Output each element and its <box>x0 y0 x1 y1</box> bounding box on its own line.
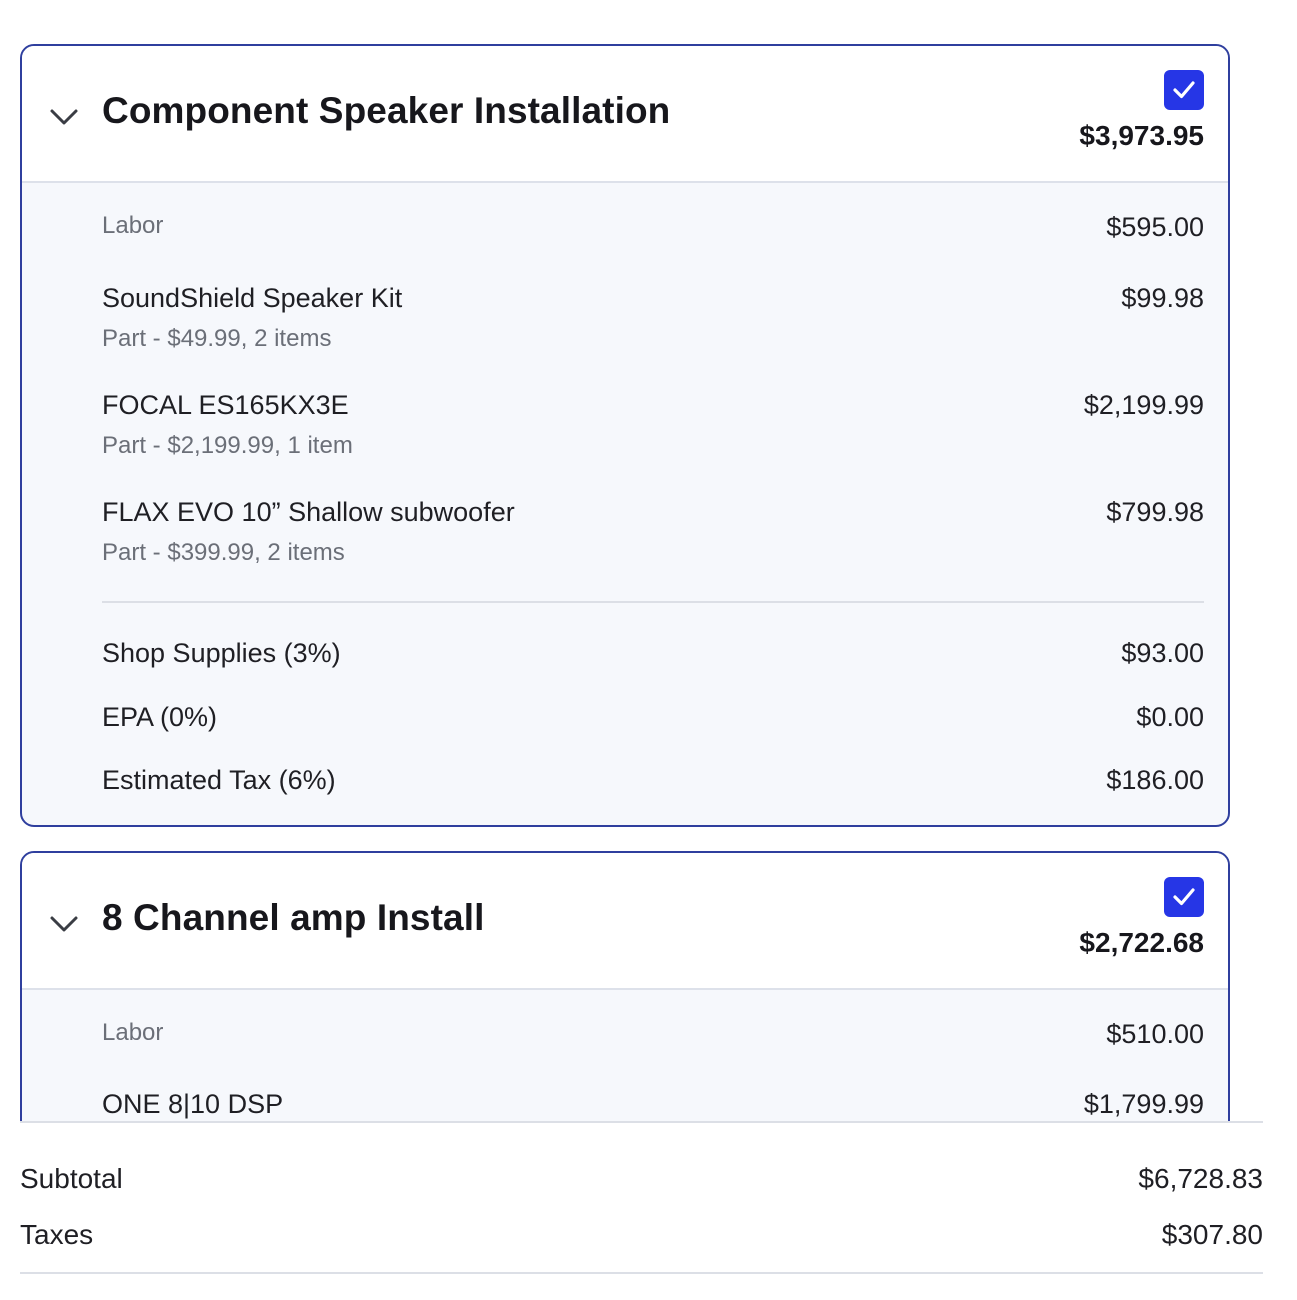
part-price: $799.98 <box>1106 497 1204 527</box>
job-card: Component Speaker Installation $3,973.95… <box>20 44 1230 827</box>
part-detail: Part - $399.99, 2 items <box>102 539 345 566</box>
job-total: $3,973.95 <box>1079 120 1204 151</box>
checkmark-icon <box>1173 888 1195 906</box>
part-name: FLAX EVO 10” Shallow subwoofer <box>102 497 515 527</box>
fee-price: $186.00 <box>1106 765 1204 795</box>
subtotal-value: $6,728.83 <box>1138 1163 1263 1194</box>
totals-divider <box>20 1121 1263 1123</box>
taxes-label: Taxes <box>20 1219 94 1250</box>
fee-label: Estimated Tax (6%) <box>102 765 336 795</box>
job-title: 8 Channel amp Install <box>102 897 485 938</box>
job-card-header[interactable]: 8 Channel amp Install $2,722.68 <box>22 853 1228 990</box>
part-price: $99.98 <box>1121 283 1204 313</box>
part-name: ONE 8|10 DSP <box>102 1089 284 1119</box>
estimate-screen: Component Speaker Installation $3,973.95… <box>0 0 1297 1300</box>
chevron-down-icon[interactable] <box>48 104 80 128</box>
fee-label: Shop Supplies (3%) <box>102 638 341 668</box>
section-divider <box>102 601 1204 603</box>
job-select-checkbox[interactable] <box>1164 877 1204 917</box>
part-name: FOCAL ES165KX3E <box>102 390 349 420</box>
subtotal-label: Subtotal <box>20 1163 123 1194</box>
labor-price: $595.00 <box>1106 212 1204 242</box>
labor-label: Labor <box>102 1019 164 1046</box>
labor-label: Labor <box>102 212 164 239</box>
part-detail: Part - $2,199.99, 1 item <box>102 432 353 459</box>
part-price: $2,199.99 <box>1083 390 1204 420</box>
totals-divider <box>20 1272 1263 1274</box>
part-name: SoundShield Speaker Kit <box>102 283 403 313</box>
job-total: $2,722.68 <box>1079 927 1204 958</box>
part-price: $1,799.99 <box>1083 1089 1204 1119</box>
job-card: 8 Channel amp Install $2,722.68 Labor $5… <box>20 851 1230 1121</box>
fee-label: EPA (0%) <box>102 702 218 732</box>
job-card-header[interactable]: Component Speaker Installation $3,973.95 <box>22 46 1228 183</box>
job-select-checkbox[interactable] <box>1164 70 1204 110</box>
chevron-down-icon[interactable] <box>48 911 80 935</box>
jobs-list[interactable]: Component Speaker Installation $3,973.95… <box>0 0 1297 1121</box>
part-detail: Part - $49.99, 2 items <box>102 325 332 352</box>
fee-price: $93.00 <box>1121 638 1204 668</box>
job-title: Component Speaker Installation <box>102 90 671 131</box>
taxes-value: $307.80 <box>1161 1219 1263 1250</box>
checkmark-icon <box>1173 81 1195 99</box>
labor-price: $510.00 <box>1106 1019 1204 1049</box>
fee-price: $0.00 <box>1136 702 1204 732</box>
